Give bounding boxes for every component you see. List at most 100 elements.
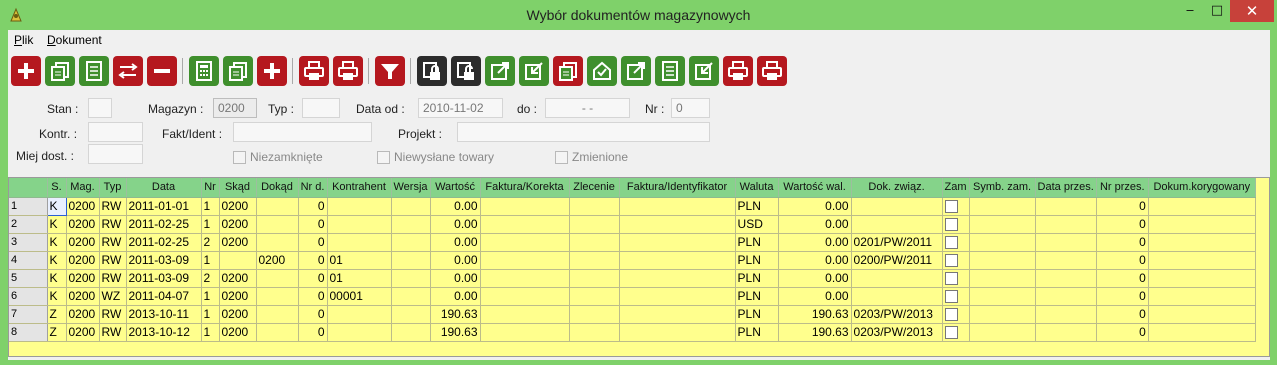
export-button[interactable] [485,56,515,86]
table-cell[interactable] [619,233,736,252]
table-cell[interactable]: 0 [1096,287,1149,306]
table-cell[interactable]: 0200 [219,269,257,288]
column-header[interactable]: Nr [201,178,220,198]
table-cell[interactable]: 0200 [219,323,257,342]
projekt-field[interactable] [457,122,710,142]
column-header[interactable]: Dokąd [256,178,299,198]
kontr-field[interactable] [88,122,143,142]
table-cell[interactable] [480,305,570,324]
table-cell[interactable]: K [47,215,67,234]
table-cell[interactable] [569,197,620,216]
table-cell[interactable] [569,269,620,288]
table-cell[interactable]: 190.63 [778,305,852,324]
table-cell[interactable] [327,233,392,252]
table-cell[interactable]: 0 [1096,251,1149,270]
column-header[interactable]: Mag. [66,178,100,198]
table-cell[interactable] [480,215,570,234]
typ-field[interactable] [302,98,340,118]
table-cell[interactable] [391,269,431,288]
table-cell[interactable] [942,323,970,342]
zam-checkbox[interactable] [944,308,958,322]
table-cell[interactable] [480,323,570,342]
table-row[interactable]: 1 K 0200 RW 2011-01-01 1 0200 0 0.00 PLN 0.00 0 [9,196,1256,216]
table-cell[interactable] [942,233,970,252]
column-header[interactable]: Symb. zam. [969,178,1036,198]
column-header[interactable]: Waluta [735,178,779,198]
table-cell[interactable]: 1 [201,305,220,324]
miej-field[interactable] [88,144,143,164]
table-cell[interactable] [327,323,392,342]
table-row[interactable]: 8 Z 0200 RW 2013-10-12 1 0200 0 190.63 PLN 190.63 0… [9,323,1256,342]
table-cell[interactable] [480,197,570,216]
table-cell[interactable]: 2011-03-09 [126,269,202,288]
table-cell[interactable]: 0 [298,233,328,252]
table-cell[interactable]: 0200 [219,233,257,252]
table-cell[interactable] [1035,269,1097,288]
table-cell[interactable] [569,233,620,252]
table-cell[interactable]: 2011-02-25 [126,215,202,234]
table-cell[interactable] [569,305,620,324]
table-cell[interactable] [327,215,392,234]
column-header[interactable]: Zlecenie [569,178,620,198]
zam-checkbox[interactable] [944,200,958,214]
table-cell[interactable] [969,197,1036,216]
unlock-button[interactable] [451,56,481,86]
table-cell[interactable] [942,251,970,270]
table-cell[interactable]: 0 [298,251,328,270]
table-cell[interactable]: 01 [327,251,392,270]
column-header[interactable] [9,178,48,198]
table-cell[interactable]: 0200 [256,251,299,270]
table-cell[interactable] [1148,323,1256,342]
add-button[interactable] [11,56,41,86]
list-button[interactable] [655,56,685,86]
table-cell[interactable]: 190.63 [778,323,852,342]
table-row[interactable]: 3 K 0200 RW 2011-02-25 2 0200 0 0.00 PLN 0.00 0201/… [9,233,1256,252]
copy-button[interactable] [45,56,75,86]
table-cell[interactable] [969,269,1036,288]
column-header[interactable]: Faktura/Identyfikator [619,178,736,198]
table-cell[interactable] [569,287,620,306]
table-cell[interactable]: 0 [1096,197,1149,216]
column-header[interactable]: Data przes. [1035,178,1097,198]
table-cell[interactable] [256,197,299,216]
table-cell[interactable] [569,251,620,270]
table-cell[interactable]: 2011-02-25 [126,233,202,252]
table-cell[interactable]: 0200 [219,215,257,234]
table-cell[interactable]: 0.00 [430,269,481,288]
table-cell[interactable]: RW [99,323,127,342]
table-cell[interactable] [256,215,299,234]
table-cell[interactable] [619,323,736,342]
table-cell[interactable]: PLN [735,197,779,216]
table-cell[interactable] [969,251,1036,270]
table-cell[interactable]: 2011-01-01 [126,197,202,216]
nr-field[interactable]: 0 [671,98,710,118]
table-cell[interactable] [1148,269,1256,288]
delete-button[interactable] [147,56,177,86]
print-d-button[interactable] [333,56,363,86]
data-od-field[interactable]: 2010-11-02 [418,98,503,118]
documents-grid[interactable]: S. Mag. Typ Data Nr Skąd Dokąd Nr d. Kontrahent W… [8,177,1270,357]
magazyn-field[interactable]: 0200 [213,98,257,118]
table-cell[interactable]: 1 [201,197,220,216]
menu-file[interactable]: Plik [14,33,33,47]
import2-button[interactable] [689,56,719,86]
table-cell[interactable]: PLN [735,269,779,288]
column-header[interactable]: Data [126,178,202,198]
table-cell[interactable]: 2011-04-07 [126,287,202,306]
column-header[interactable]: Faktura/Korekta [480,178,570,198]
column-header[interactable]: Kontrahent [327,178,392,198]
niewyslane-checkbox[interactable]: Niewysłane towary [377,150,494,164]
column-header[interactable]: Dokum.korygowany [1148,178,1256,198]
print-l2-button[interactable] [723,56,753,86]
zam-checkbox[interactable] [944,272,958,286]
niezamkniete-checkbox[interactable]: Niezamknięte [233,150,323,164]
table-cell[interactable]: 190.63 [430,305,481,324]
add2-button[interactable] [257,56,287,86]
table-cell[interactable]: 0.00 [778,215,852,234]
fakt-field[interactable] [233,122,372,142]
maximize-button[interactable]: □ [1203,0,1231,22]
table-row[interactable]: 6 K 0200 WZ 2011-04-07 1 0200 0 00001 0.00 PLN 0.00… [9,287,1256,306]
table-cell[interactable] [1035,197,1097,216]
table-cell[interactable] [1035,251,1097,270]
table-cell[interactable] [851,287,943,306]
